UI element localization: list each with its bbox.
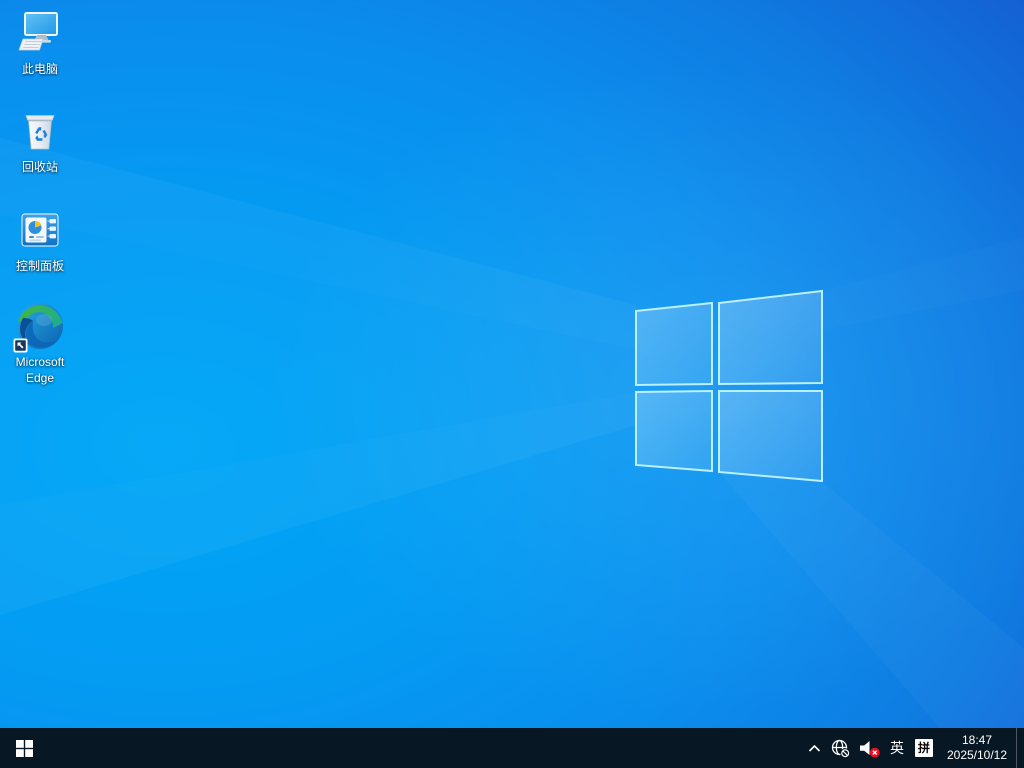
start-button[interactable]: [0, 728, 48, 768]
network-status-button[interactable]: [827, 728, 854, 768]
desktop-icon-label: 回收站: [21, 160, 58, 174]
shortcut-arrow-overlay-icon: [13, 338, 28, 353]
desktop-surface[interactable]: 此电脑 回收站 控制面板 Microsoft Edge 英 拼 18:47 20…: [0, 0, 1024, 768]
desktop-icon-recycle-bin[interactable]: 回收站: [1, 106, 79, 175]
clock-time: 18:47: [961, 733, 993, 747]
show-desktop-button[interactable]: [1016, 728, 1024, 768]
desktop-icon-control-panel[interactable]: 控制面板: [1, 205, 79, 274]
ime-mode-indicator[interactable]: 拼: [910, 728, 938, 768]
chevron-up-icon: [808, 744, 820, 752]
ime-mode-label: 拼: [915, 739, 933, 757]
language-indicator[interactable]: 英: [884, 728, 910, 768]
clock-date: 2025/10/12: [946, 748, 1008, 762]
control-panel-icon: [15, 205, 65, 255]
recycle-bin-icon: [15, 106, 65, 156]
language-indicator-label: 英: [890, 740, 904, 756]
desktop-icon-label: 此电脑: [21, 62, 58, 76]
speaker-muted-icon: [859, 740, 880, 757]
volume-button[interactable]: [854, 728, 884, 768]
show-hidden-icons-button[interactable]: [801, 728, 827, 768]
computer-icon: [15, 8, 65, 58]
edge-browser-icon: [13, 301, 65, 353]
desktop-icon-label: 控制面板: [15, 259, 64, 273]
system-tray: 英 拼 18:47 2025/10/12: [801, 728, 1024, 768]
windows-logo-wallpaper: [0, 60, 1024, 720]
desktop-icon-label: Microsoft Edge: [15, 355, 65, 385]
globe-no-internet-icon: [831, 739, 851, 758]
taskbar-clock[interactable]: 18:47 2025/10/12: [938, 728, 1016, 768]
windows-start-icon: [15, 739, 33, 757]
taskbar: 英 拼 18:47 2025/10/12: [0, 728, 1024, 768]
desktop-icon-this-pc[interactable]: 此电脑: [1, 8, 79, 77]
desktop-icon-microsoft-edge[interactable]: Microsoft Edge: [1, 301, 79, 386]
